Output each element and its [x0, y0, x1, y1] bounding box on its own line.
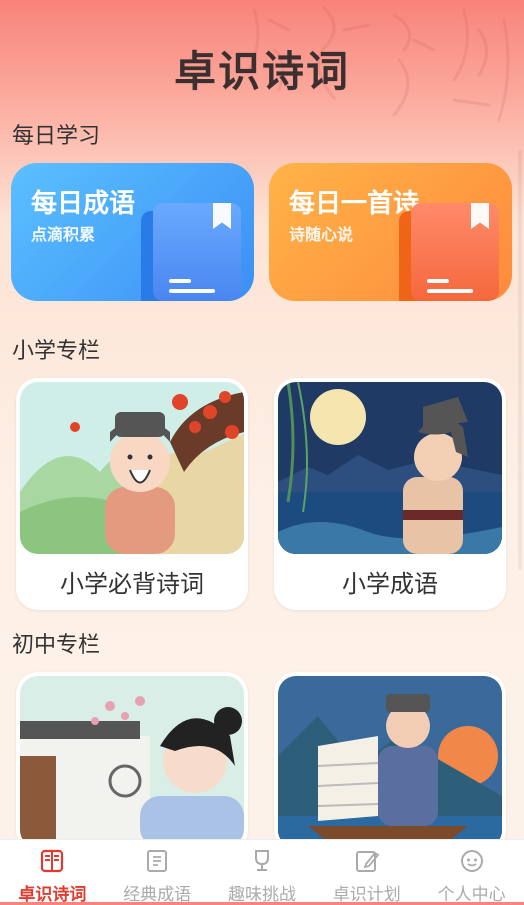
tab-label: 卓识诗词	[18, 885, 87, 905]
primary-poems-label: 小学必背诗词	[60, 570, 204, 598]
boat-scholar-illustration	[278, 676, 502, 848]
section-title-middle: 初中专栏	[12, 633, 101, 658]
daily-idiom-subtitle: 点滴积累	[31, 225, 96, 244]
middle-poems-card[interactable]	[16, 672, 248, 852]
section-title-daily: 每日学习	[12, 124, 101, 149]
book-open-icon	[39, 848, 65, 874]
primary-poems-card[interactable]: 小学必背诗词	[16, 378, 248, 610]
bottom-tab-bar: 卓识诗词 经典成语 趣味挑战 卓识计划 个人中心	[0, 839, 524, 905]
plan-edit-icon	[354, 848, 380, 874]
tab-zhuoshi-poems[interactable]: 卓识诗词	[0, 840, 105, 905]
tab-label: 卓识计划	[332, 885, 401, 905]
scholar-under-tree-illustration	[20, 382, 244, 554]
scholar-moonlit-lake-illustration	[278, 382, 502, 554]
daily-idiom-title: 每日成语	[31, 189, 136, 219]
primary-idioms-label: 小学成语	[342, 570, 438, 598]
daily-poem-title: 每日一首诗	[289, 189, 420, 219]
middle-idioms-card[interactable]	[274, 672, 506, 852]
scrollbar[interactable]	[518, 150, 522, 570]
girl-courtyard-illustration	[20, 676, 244, 848]
section-title-primary: 小学专栏	[12, 339, 101, 364]
idiom-book-icon	[144, 848, 170, 874]
primary-idioms-card[interactable]: 小学成语	[274, 378, 506, 610]
tab-personal-center[interactable]: 个人中心	[419, 840, 524, 905]
tab-classic-idioms[interactable]: 经典成语	[105, 840, 210, 905]
tab-fun-challenge[interactable]: 趣味挑战	[210, 840, 315, 905]
tab-zhuoshi-plan[interactable]: 卓识计划	[314, 840, 419, 905]
book-icon	[411, 203, 499, 301]
face-icon	[459, 848, 485, 874]
daily-poem-card[interactable]: 每日一首诗 诗随心说	[269, 163, 512, 301]
tab-label: 趣味挑战	[227, 885, 296, 905]
daily-idiom-card[interactable]: 每日成语 点滴积累	[11, 163, 254, 301]
tab-label: 个人中心	[437, 885, 506, 905]
trophy-icon	[249, 848, 275, 874]
tab-label: 经典成语	[123, 885, 192, 905]
daily-poem-subtitle: 诗随心说	[289, 225, 354, 244]
page-title: 卓识诗词	[173, 47, 350, 96]
book-icon	[153, 203, 241, 301]
